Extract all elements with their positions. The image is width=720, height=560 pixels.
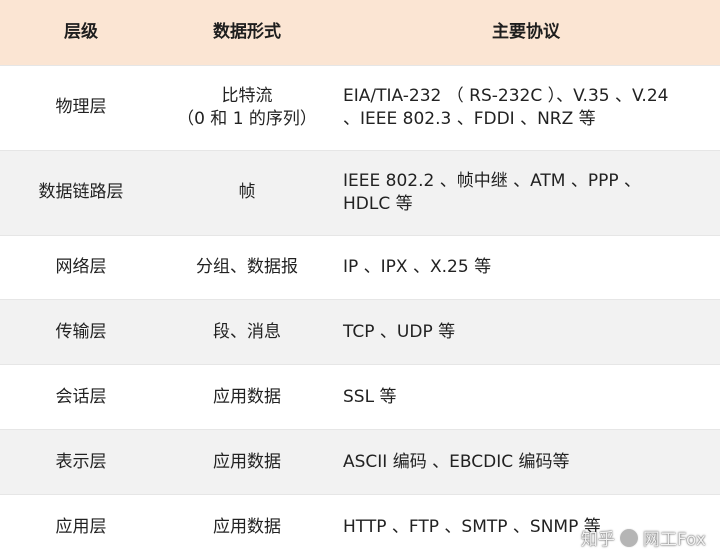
protocols-text: IEEE 802.2 、帧中继 、ATM 、PPP 、 HDLC 等 <box>343 170 642 214</box>
data-form-cell: 分组、数据报 <box>162 236 332 300</box>
data-form-text: 应用数据 <box>213 451 281 472</box>
table-header-row: 层级 数据形式 主要协议 <box>0 0 720 66</box>
layer-cell: 应用层 <box>0 495 162 560</box>
protocols-text: EIA/TIA-232 （ RS-232C ）、V.35 、V.24 、IEEE… <box>343 85 669 129</box>
protocols-cell: IEEE 802.2 、帧中继 、ATM 、PPP 、 HDLC 等 <box>332 151 720 235</box>
header-protocols: 主要协议 <box>332 0 720 65</box>
data-form-text: 应用数据 <box>213 386 281 407</box>
data-form-cell: 帧 <box>162 151 332 235</box>
layer-cell: 数据链路层 <box>0 151 162 235</box>
header-layer: 层级 <box>0 0 162 65</box>
header-protocols-label: 主要协议 <box>492 21 560 42</box>
header-data-form: 数据形式 <box>162 0 332 65</box>
layer-cell: 网络层 <box>0 236 162 300</box>
header-layer-label: 层级 <box>64 21 98 42</box>
watermark-author: 网工Fox <box>642 530 706 550</box>
data-form-cell: 比特流 （0 和 1 的序列） <box>162 66 332 150</box>
layer-cell: 表示层 <box>0 430 162 494</box>
data-form-text: 段、消息 <box>213 321 281 342</box>
data-form-text: 分组、数据报 <box>196 257 298 277</box>
layer-cell: 会话层 <box>0 365 162 429</box>
data-form-cell: 应用数据 <box>162 430 332 494</box>
protocols-text: IP 、IPX 、X.25 等 <box>343 257 492 277</box>
author-avatar-icon <box>618 527 639 548</box>
layer-text: 数据链路层 <box>38 182 124 203</box>
table-row: 表示层 应用数据 ASCII 编码 、EBCDIC 编码等 <box>0 430 720 496</box>
table-row: 网络层 分组、数据报 IP 、IPX 、X.25 等 <box>0 235 720 301</box>
protocols-cell: EIA/TIA-232 （ RS-232C ）、V.35 、V.24 、IEEE… <box>332 66 720 150</box>
layer-text: 应用层 <box>55 517 107 538</box>
layer-text: 传输层 <box>55 321 107 342</box>
watermark-site: 知乎 <box>580 530 615 550</box>
data-form-text: 帧 <box>238 182 256 203</box>
layer-text: 物理层 <box>55 97 107 118</box>
layer-text: 网络层 <box>55 257 107 277</box>
protocols-cell: ASCII 编码 、EBCDIC 编码等 <box>332 430 720 494</box>
data-form-text: 比特流 （0 和 1 的序列） <box>177 85 317 129</box>
layer-text: 会话层 <box>55 386 107 407</box>
data-form-cell: 应用数据 <box>162 365 332 429</box>
protocols-cell: IP 、IPX 、X.25 等 <box>332 236 720 300</box>
data-form-text: 应用数据 <box>213 517 281 538</box>
data-form-cell: 应用数据 <box>162 495 332 560</box>
layer-text: 表示层 <box>55 451 107 472</box>
table-row: 传输层 段、消息 TCP 、UDP 等 <box>0 300 720 366</box>
protocols-text: ASCII 编码 、EBCDIC 编码等 <box>343 451 570 472</box>
table-row: 会话层 应用数据 SSL 等 <box>0 365 720 431</box>
zhihu-watermark: 知乎 网工Fox <box>581 525 706 550</box>
osi-layers-table: 层级 数据形式 主要协议 物理层 比特流 （0 和 1 的序列） EIA/TIA… <box>0 0 720 560</box>
header-data-form-label: 数据形式 <box>213 21 281 42</box>
table-row: 物理层 比特流 （0 和 1 的序列） EIA/TIA-232 （ RS-232… <box>0 65 720 151</box>
layer-cell: 物理层 <box>0 66 162 150</box>
protocols-cell: SSL 等 <box>332 365 720 429</box>
layer-cell: 传输层 <box>0 300 162 364</box>
table-row: 数据链路层 帧 IEEE 802.2 、帧中继 、ATM 、PPP 、 HDLC… <box>0 150 720 236</box>
protocols-cell: TCP 、UDP 等 <box>332 300 720 364</box>
protocols-text: SSL 等 <box>343 386 397 407</box>
protocols-text: HTTP 、FTP 、SMTP 、SNMP 等 <box>343 517 601 538</box>
data-form-cell: 段、消息 <box>162 300 332 364</box>
protocols-text: TCP 、UDP 等 <box>343 321 456 342</box>
